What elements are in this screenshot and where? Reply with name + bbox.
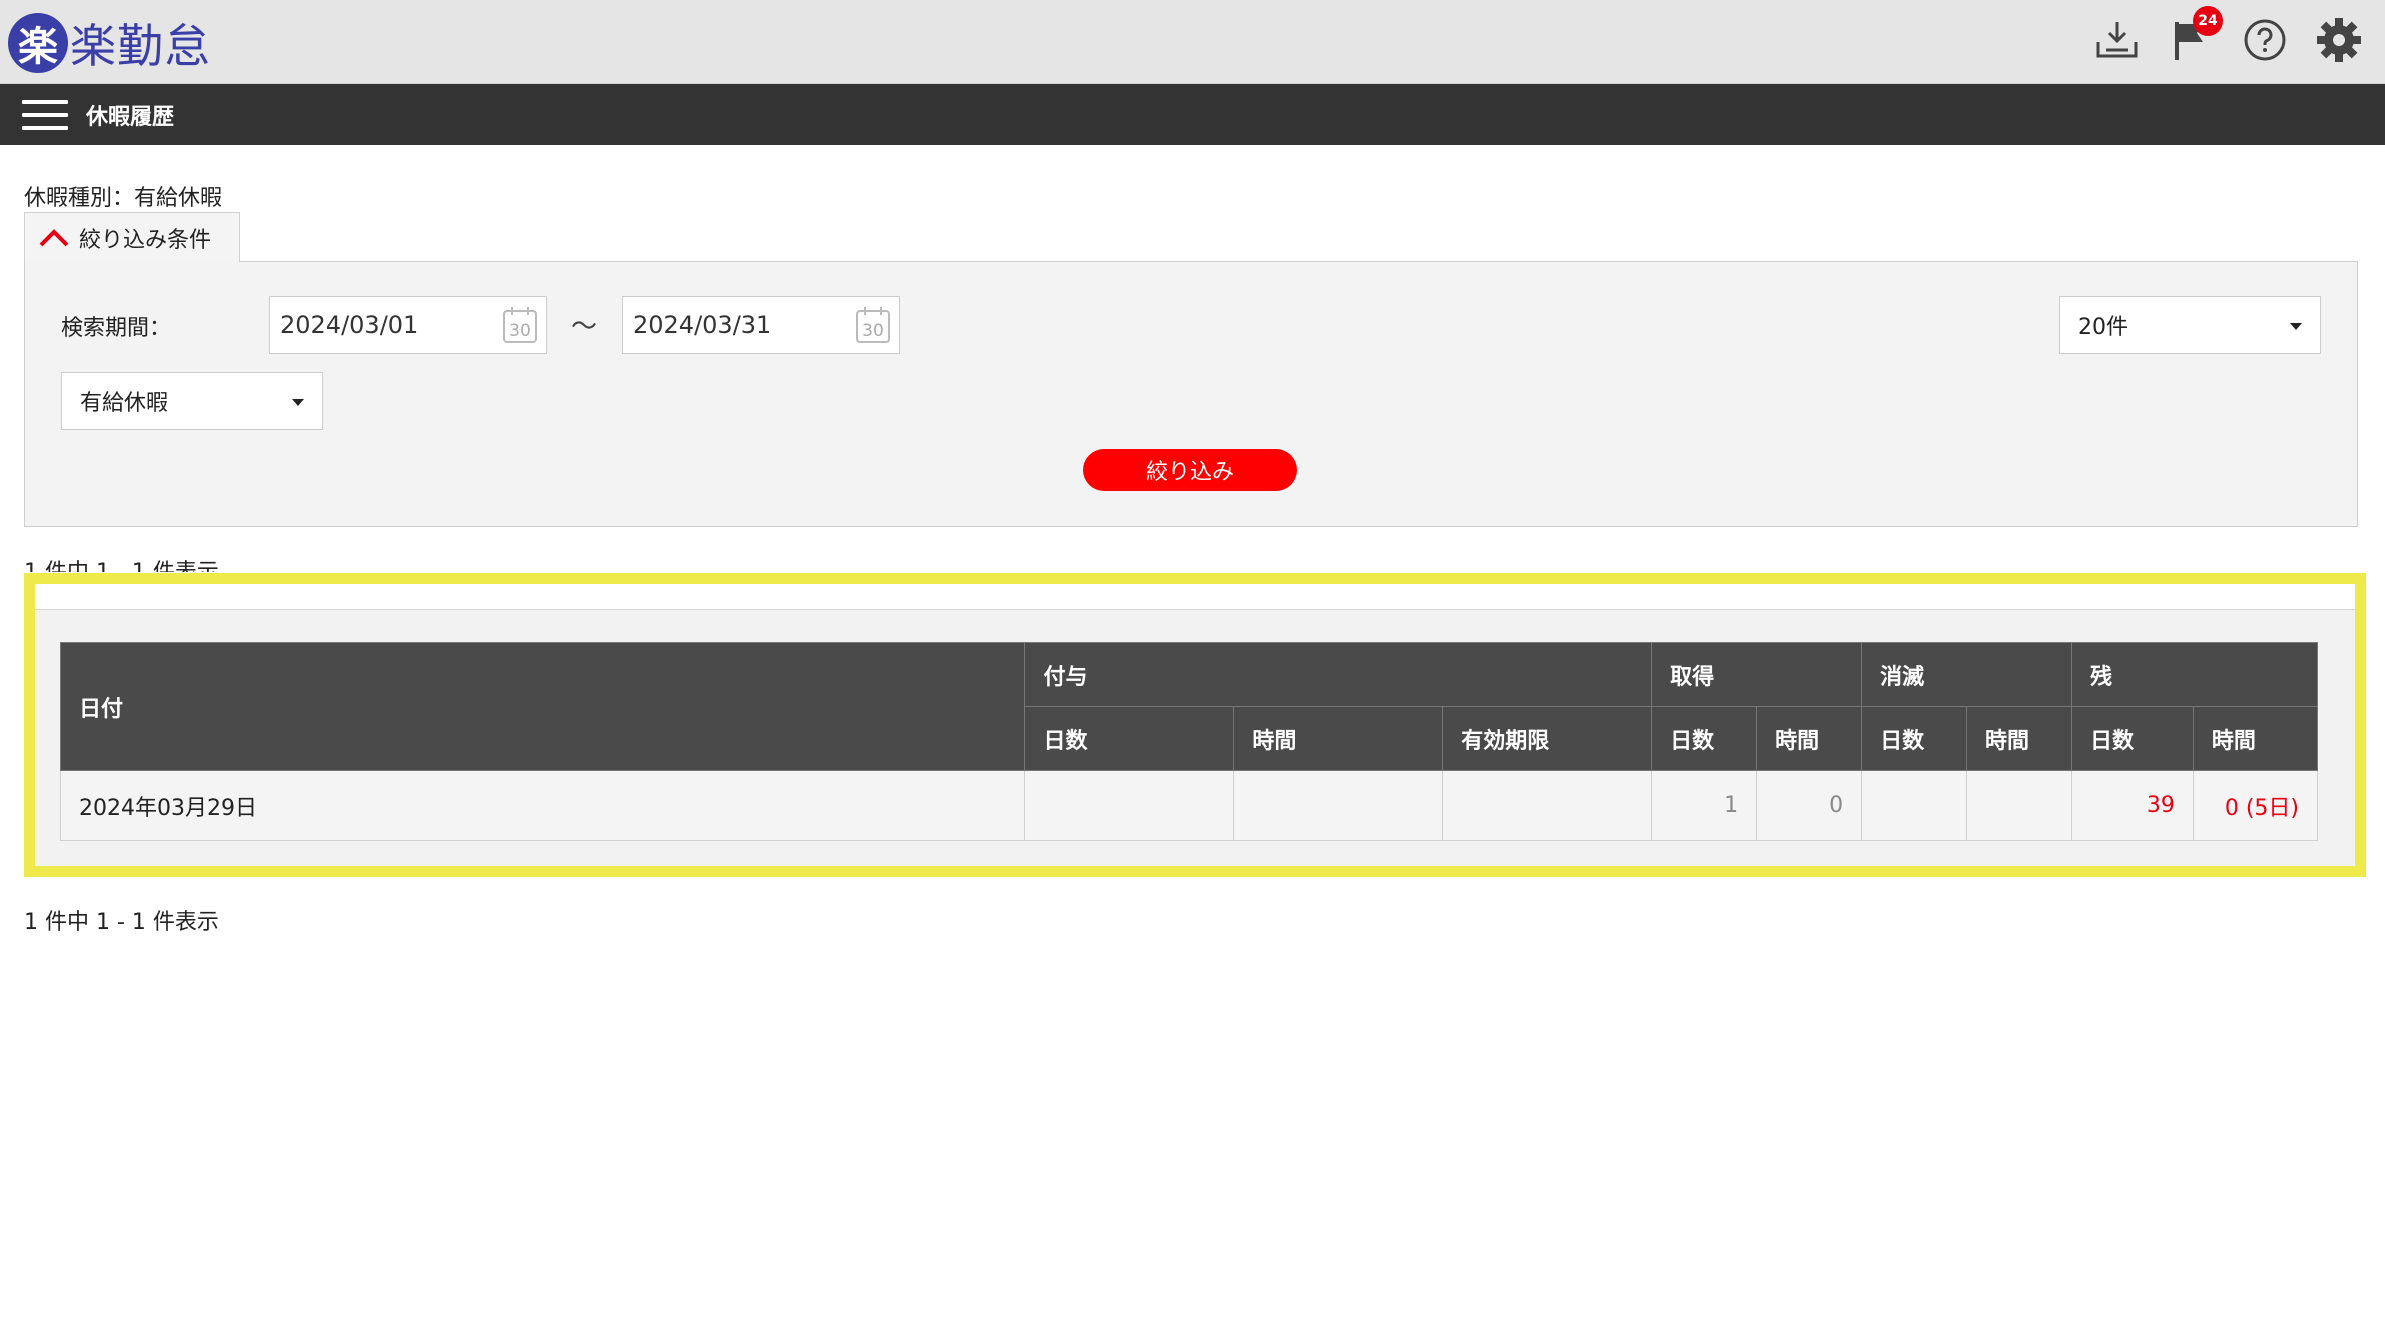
table-row: 2024年03月29日 1 0 39 0 (5日) [59,770,2319,841]
notification-flag-icon[interactable]: 24 [2165,6,2223,66]
calendar-icon[interactable]: 30 [502,306,538,344]
dropdown-caret-icon [292,399,304,406]
cell-remaining-hours: 0 (5日) [2192,770,2319,841]
results-frame-header [35,584,2355,610]
menu-bar: 休暇履歴 [0,84,2385,145]
header-grant-days: 日数 [1024,706,1235,771]
header-remaining-days: 日数 [2070,706,2194,771]
calendar-icon-text: 30 [509,321,531,341]
filter-panel: 検索期間： 2024/03/01 30 〜 2024/03/31 30 20件 … [24,261,2358,527]
cell-expired-days [1861,770,1968,841]
download-icon[interactable] [2091,14,2143,66]
header-date: 日付 [59,642,1026,771]
date-to-input[interactable]: 2024/03/31 30 [622,296,900,354]
date-from-value: 2024/03/01 [280,311,419,339]
chevron-up-icon [39,228,69,246]
notification-badge: 24 [2193,6,2223,36]
result-count-bottom: 1 件中 1 - 1 件表示 [24,910,219,935]
header-acquired-days: 日数 [1651,706,1758,771]
logo-text: 楽勤怠 [70,19,211,73]
app-logo[interactable]: 楽 楽勤怠 [8,12,211,74]
cell-grant-hours [1233,770,1444,841]
calendar-icon-text: 30 [862,321,884,341]
cell-acquired-days: 1 [1651,770,1758,841]
filter-tab-label: 絞り込み条件 [79,227,212,253]
page-size-select[interactable]: 20件 [2059,296,2321,354]
cell-remaining-days: 39 [2070,770,2194,841]
date-to-value: 2024/03/31 [633,311,772,339]
logo-mark: 楽 [8,13,68,73]
date-range-separator: 〜 [571,312,598,342]
header-remaining-hours: 時間 [2192,706,2319,771]
leave-history-table: 日付 付与 取得 消滅 残 日数 時間 有効期限 日数 時間 日数 時間 日数 … [59,642,2319,841]
app-header: 楽 楽勤怠 24 [0,0,2385,84]
header-expired-days: 日数 [1861,706,1968,771]
header-grant-hours: 時間 [1233,706,1444,771]
cell-expired-hours [1966,770,2072,841]
help-icon[interactable] [2239,14,2291,66]
result-count-top: 1 件中 1 - 1 件表示 [24,554,219,572]
filter-toggle-tab[interactable]: 絞り込み条件 [24,212,240,262]
cell-acquired-hours: 0 [1756,770,1863,841]
calendar-icon[interactable]: 30 [855,306,891,344]
date-from-input[interactable]: 2024/03/01 30 [269,296,547,354]
cell-grant-expiry [1442,770,1653,841]
header-icons: 24 [2091,6,2365,66]
search-period-label: 検索期間： [61,316,172,341]
page-title: 休暇履歴 [86,104,175,130]
cell-grant-days [1024,770,1235,841]
header-expired: 消滅 [1861,642,2072,707]
settings-gear-icon[interactable] [2313,14,2365,66]
cell-date: 2024年03月29日 [59,770,1026,841]
leave-type-select[interactable]: 有給休暇 [61,372,323,430]
leave-type-value: 有給休暇 [80,391,169,416]
header-grant-expiry: 有効期限 [1442,706,1653,771]
header-acquired-hours: 時間 [1756,706,1863,771]
hamburger-menu-icon[interactable] [22,99,68,130]
page-size-value: 20件 [2078,315,2128,340]
dropdown-caret-icon [2290,323,2302,330]
header-acquired: 取得 [1651,642,1863,707]
header-expired-hours: 時間 [1966,706,2072,771]
header-grant: 付与 [1024,642,1653,707]
filter-submit-button[interactable]: 絞り込み [1083,449,1297,491]
header-remaining: 残 [2070,642,2319,707]
leave-type-label: 休暇種別：有給休暇 [24,186,223,211]
